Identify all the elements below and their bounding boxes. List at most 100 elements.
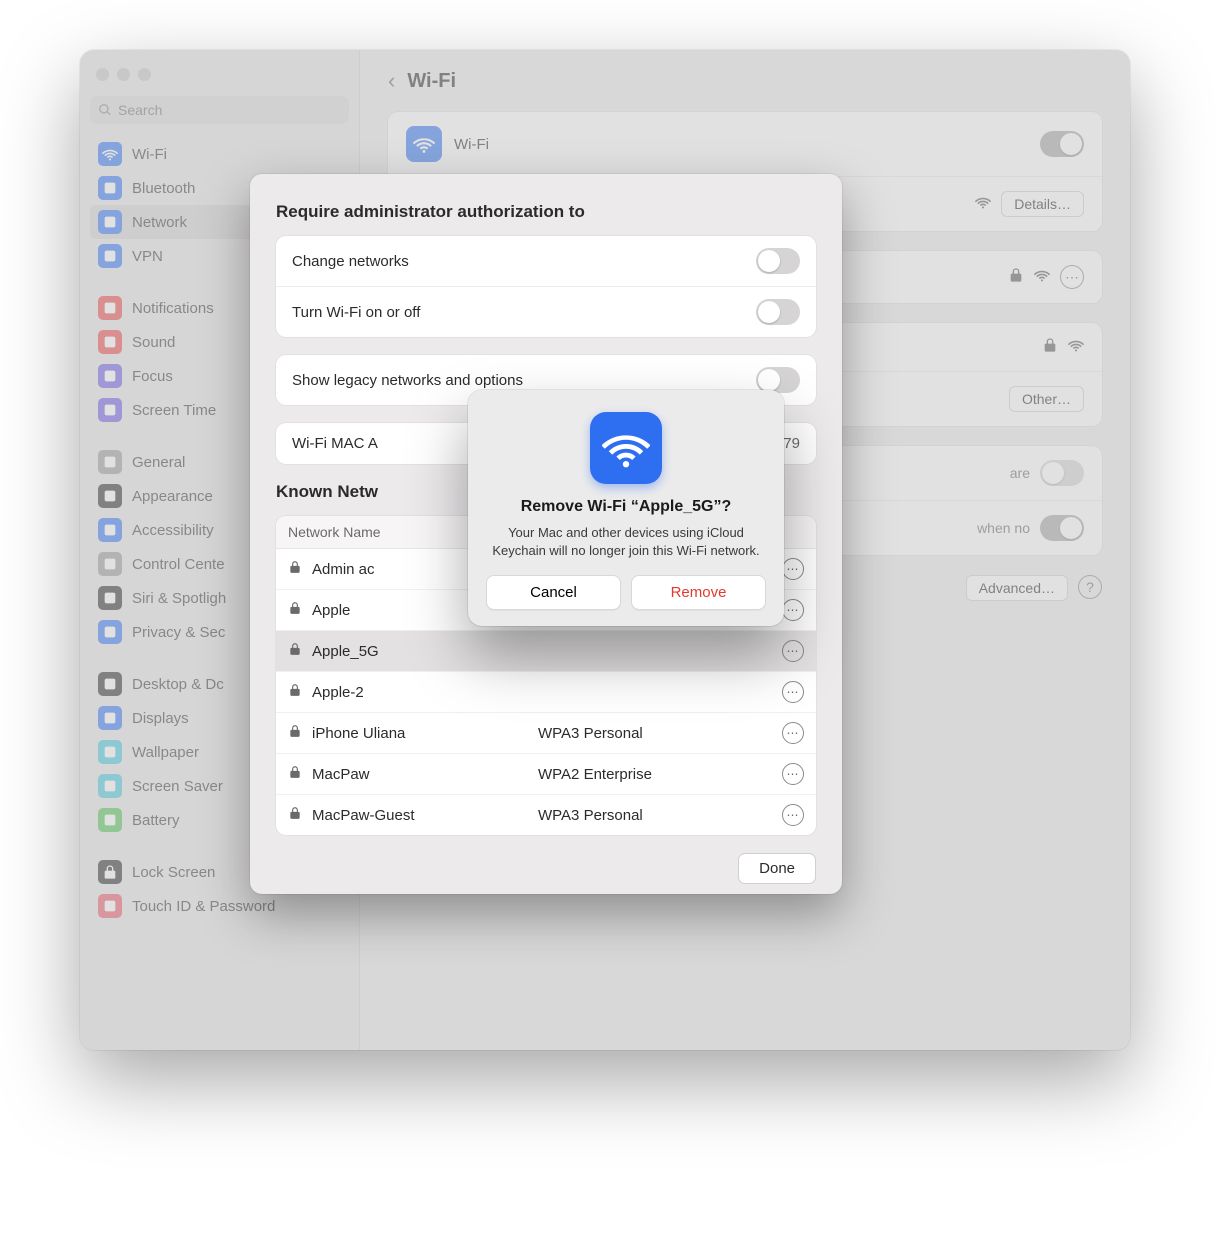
traffic-close[interactable] bbox=[96, 68, 109, 81]
network-actions-button[interactable]: ⋯ bbox=[782, 599, 804, 621]
lock-icon bbox=[288, 806, 302, 824]
sidebar-item-label: Accessibility bbox=[132, 522, 214, 539]
remove-button[interactable]: Remove bbox=[631, 575, 766, 610]
display-icon bbox=[98, 706, 122, 730]
wifi-signal-icon bbox=[975, 194, 991, 214]
lock-icon bbox=[288, 765, 302, 783]
network-actions-button[interactable]: ⋯ bbox=[782, 804, 804, 826]
sidebar-item-label: Wi-Fi bbox=[132, 146, 167, 163]
traffic-zoom[interactable] bbox=[138, 68, 151, 81]
network-security: WPA3 Personal bbox=[538, 807, 764, 824]
sidebar-item-label: Touch ID & Password bbox=[132, 898, 275, 915]
alert-title: Remove Wi-Fi “Apple_5G”? bbox=[486, 498, 766, 516]
option-toggle-1[interactable] bbox=[1040, 460, 1084, 486]
sidebar-item-label: Network bbox=[132, 214, 187, 231]
network-actions-button[interactable]: ⋯ bbox=[782, 722, 804, 744]
help-button[interactable]: ? bbox=[1078, 575, 1102, 599]
lock-icon bbox=[1008, 267, 1024, 287]
sidebar-item-label: Bluetooth bbox=[132, 180, 195, 197]
sidebar-item-wi-fi[interactable]: Wi-Fi bbox=[90, 137, 349, 171]
sidebar-item-label: Screen Time bbox=[132, 402, 216, 419]
lock-icon bbox=[288, 642, 302, 660]
lock-icon bbox=[288, 560, 302, 578]
accessibility-icon bbox=[98, 518, 122, 542]
moon-icon bbox=[98, 364, 122, 388]
network-row[interactable]: MacPaw-Guest WPA3 Personal ⋯ bbox=[276, 795, 816, 835]
lock-icon bbox=[288, 724, 302, 742]
sidebar-item-label: General bbox=[132, 454, 185, 471]
done-button[interactable]: Done bbox=[738, 853, 816, 884]
change-networks-toggle[interactable] bbox=[756, 248, 800, 274]
network-name: Apple-2 bbox=[312, 684, 364, 701]
other-networks-button[interactable]: Other… bbox=[1009, 386, 1084, 412]
sidebar-item-label: Lock Screen bbox=[132, 864, 215, 881]
search-field[interactable] bbox=[90, 96, 349, 124]
lock-icon bbox=[1042, 337, 1058, 357]
advanced-button[interactable]: Advanced… bbox=[966, 575, 1068, 601]
network-security: WPA3 Personal bbox=[538, 725, 764, 742]
gear-icon bbox=[98, 450, 122, 474]
back-button[interactable]: ‹ bbox=[388, 68, 395, 94]
legacy-networks-label: Show legacy networks and options bbox=[292, 372, 523, 389]
network-security: WPA2 Enterprise bbox=[538, 766, 764, 783]
sidebar-item-label: VPN bbox=[132, 248, 163, 265]
network-actions-button[interactable]: ⋯ bbox=[782, 558, 804, 580]
network-options-button[interactable]: ⋯ bbox=[1060, 265, 1084, 289]
appearance-icon bbox=[98, 484, 122, 508]
globe-icon bbox=[98, 210, 122, 234]
details-button[interactable]: Details… bbox=[1001, 191, 1084, 217]
alert-wifi-icon bbox=[590, 412, 662, 484]
privacy-icon bbox=[98, 620, 122, 644]
mac-address-label: Wi-Fi MAC A bbox=[292, 435, 378, 452]
network-row[interactable]: iPhone Uliana WPA3 Personal ⋯ bbox=[276, 713, 816, 754]
sidebar-item-touch-id-password[interactable]: Touch ID & Password bbox=[90, 889, 349, 923]
network-actions-button[interactable]: ⋯ bbox=[782, 681, 804, 703]
network-row[interactable]: Apple_5G ⋯ bbox=[276, 631, 816, 672]
search-icon bbox=[98, 103, 112, 117]
change-networks-label: Change networks bbox=[292, 253, 409, 270]
sidebar-item-label: Control Cente bbox=[132, 556, 225, 573]
sidebar-item-label: Focus bbox=[132, 368, 173, 385]
sliders-icon bbox=[98, 552, 122, 576]
network-name: iPhone Uliana bbox=[312, 725, 405, 742]
network-actions-button[interactable]: ⋯ bbox=[782, 763, 804, 785]
sidebar-item-label: Appearance bbox=[132, 488, 213, 505]
wifi-signal-icon bbox=[1068, 337, 1084, 357]
remove-wifi-alert: Remove Wi-Fi “Apple_5G”? Your Mac and ot… bbox=[468, 390, 784, 626]
network-row[interactable]: MacPaw WPA2 Enterprise ⋯ bbox=[276, 754, 816, 795]
traffic-minimize[interactable] bbox=[117, 68, 130, 81]
cancel-button[interactable]: Cancel bbox=[486, 575, 621, 610]
sidebar-item-label: Wallpaper bbox=[132, 744, 199, 761]
network-row[interactable]: Apple-2 ⋯ bbox=[276, 672, 816, 713]
sidebar-item-label: Privacy & Sec bbox=[132, 624, 225, 641]
sidebar-item-label: Battery bbox=[132, 812, 180, 829]
hourglass-icon bbox=[98, 398, 122, 422]
network-name: Apple_5G bbox=[312, 643, 379, 660]
desktop-icon bbox=[98, 672, 122, 696]
option-toggle-2[interactable] bbox=[1040, 515, 1084, 541]
speaker-icon bbox=[98, 330, 122, 354]
sidebar-item-label: Screen Saver bbox=[132, 778, 223, 795]
wifi-icon bbox=[406, 126, 442, 162]
wifi-toggle[interactable] bbox=[1040, 131, 1084, 157]
option-text-fragment: are bbox=[1010, 465, 1030, 481]
turn-wifi-toggle[interactable] bbox=[756, 299, 800, 325]
siri-icon bbox=[98, 586, 122, 610]
vpn-icon bbox=[98, 244, 122, 268]
touchid-icon bbox=[98, 894, 122, 918]
sidebar-item-label: Notifications bbox=[132, 300, 214, 317]
network-name: Admin ac bbox=[312, 561, 375, 578]
network-name: MacPaw-Guest bbox=[312, 807, 415, 824]
sidebar-item-label: Desktop & Dc bbox=[132, 676, 224, 693]
window-controls bbox=[90, 64, 349, 93]
wifi-icon bbox=[98, 142, 122, 166]
network-actions-button[interactable]: ⋯ bbox=[782, 640, 804, 662]
sheet-header: Require administrator authorization to bbox=[276, 202, 816, 222]
sidebar-item-label: Displays bbox=[132, 710, 189, 727]
option-text-fragment: when no bbox=[977, 520, 1030, 536]
wifi-signal-icon bbox=[1034, 267, 1050, 287]
network-name: MacPaw bbox=[312, 766, 370, 783]
bluetooth-icon bbox=[98, 176, 122, 200]
battery-icon bbox=[98, 808, 122, 832]
search-input[interactable] bbox=[118, 102, 341, 118]
